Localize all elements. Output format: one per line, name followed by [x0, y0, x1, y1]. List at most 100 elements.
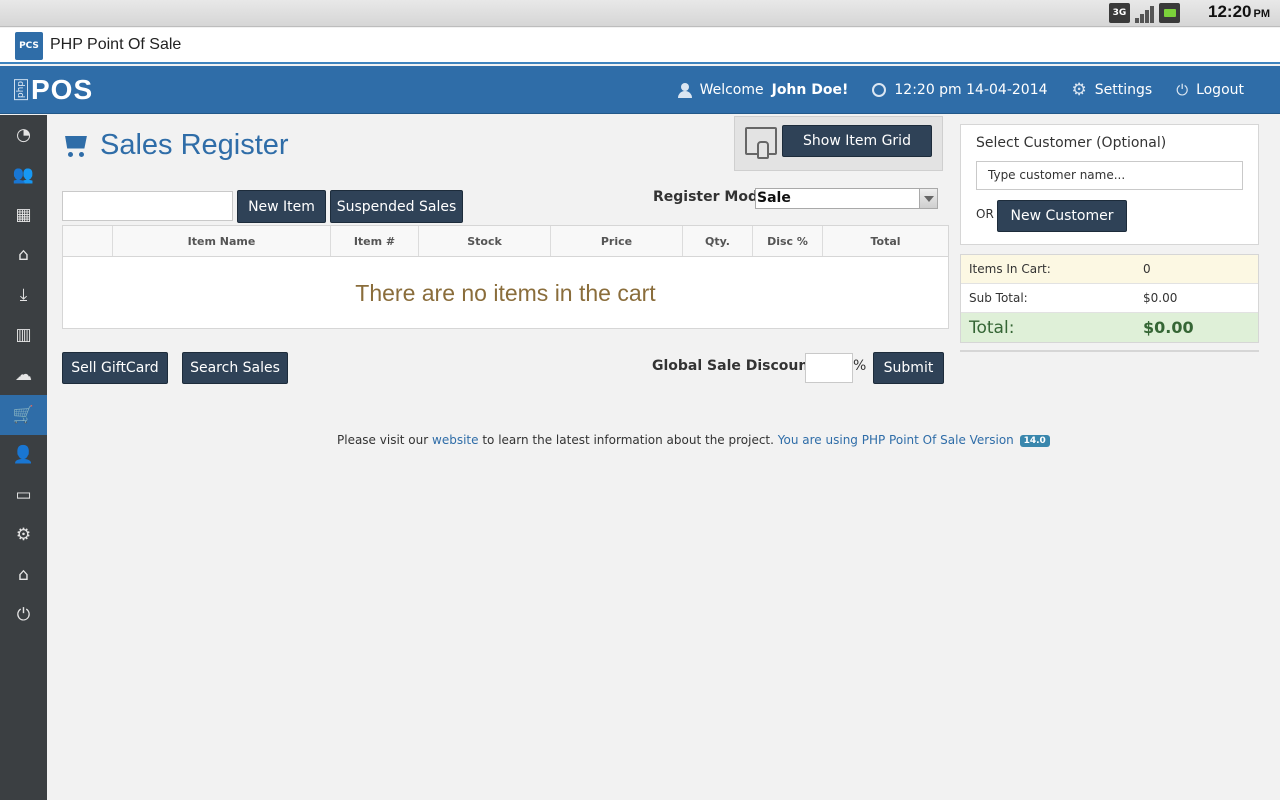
- gear-icon: ⚙: [1071, 79, 1087, 100]
- brand-pos-label: POS: [31, 74, 94, 105]
- datetime-text: 12:20 pm 14-04-2014: [894, 82, 1048, 98]
- items-icon: ▦: [15, 205, 32, 225]
- page-title-text: Sales Register: [100, 129, 289, 161]
- items-in-cart-label: Items In Cart:: [969, 262, 1051, 276]
- logout-link[interactable]: ⏻ Logout: [1176, 82, 1244, 98]
- submit-discount-button[interactable]: Submit: [873, 352, 944, 384]
- items-in-cart-value: 0: [1143, 262, 1151, 276]
- welcome-prefix: Welcome: [699, 82, 764, 98]
- customers-icon: 👥: [12, 165, 35, 185]
- sidebar-item-logout[interactable]: ⏻: [0, 595, 47, 635]
- shopping-cart-icon: [62, 133, 90, 159]
- customer-search-input[interactable]: Type customer name...: [976, 161, 1243, 190]
- footer-text-after: to learn the latest information about th…: [482, 433, 774, 447]
- website-link[interactable]: website: [432, 433, 479, 447]
- power-icon: ⏻: [1176, 80, 1189, 99]
- brand-logo[interactable]: php POS: [14, 72, 93, 108]
- version-link[interactable]: You are using PHP Point Of Sale Version: [778, 433, 1014, 447]
- welcome-user[interactable]: Welcome John Doe!: [677, 82, 849, 98]
- app-logo-icon: PCS: [15, 32, 43, 60]
- signal-strength-icon: [1134, 3, 1155, 23]
- cart-column-header: [63, 226, 113, 256]
- new-item-button[interactable]: New Item: [237, 190, 326, 223]
- app-title-bar: PCS PHP Point Of Sale: [0, 28, 1280, 64]
- items-in-cart-row: Items In Cart: 0: [961, 255, 1258, 284]
- sidebar-item-employees[interactable]: 👤: [0, 435, 47, 475]
- sales-icon: 🛒: [12, 405, 35, 425]
- giftcards-icon: ▭: [15, 485, 32, 505]
- item-kits-icon: ⌂: [18, 245, 29, 265]
- empty-cart-message: There are no items in the cart: [355, 279, 656, 306]
- sidebar-item-dashboard[interactable]: ◔: [0, 115, 47, 155]
- suppliers-icon: ☁: [15, 365, 32, 385]
- logout-label: Logout: [1196, 82, 1244, 98]
- cart-column-header: Stock: [419, 226, 551, 256]
- footer-text-before: Please visit our: [337, 433, 429, 447]
- network-3g-icon: 3G: [1109, 3, 1130, 23]
- total-label: Total:: [969, 317, 1015, 338]
- select-customer-label: Select Customer (Optional): [976, 135, 1167, 151]
- config-icon: ⚙: [15, 525, 32, 545]
- settings-label: Settings: [1094, 82, 1153, 98]
- register-mode-value: Sale: [757, 190, 791, 206]
- sidebar-item-customers[interactable]: 👥: [0, 155, 47, 195]
- employees-icon: 👤: [12, 445, 35, 465]
- chevron-down-icon: [919, 189, 937, 208]
- battery-icon: [1159, 3, 1180, 23]
- nav-right: Welcome John Doe! 12:20 pm 14-04-2014 ⚙ …: [677, 66, 1244, 114]
- clock-icon: [872, 83, 887, 97]
- global-discount-input[interactable]: [805, 353, 853, 383]
- sidebar-item-items[interactable]: ▦: [0, 195, 47, 235]
- register-mode-label: Register Mode: [653, 189, 768, 205]
- customer-panel: Select Customer (Optional) Type customer…: [960, 124, 1259, 245]
- user-icon: [677, 82, 692, 98]
- sidebar-item-reports[interactable]: ▥: [0, 315, 47, 355]
- user-name: John Doe!: [771, 82, 849, 98]
- sidebar-item-receivings[interactable]: ⤓: [0, 275, 47, 315]
- sidebar-item-item-kits[interactable]: ⌂: [0, 235, 47, 275]
- settings-link[interactable]: ⚙ Settings: [1071, 79, 1153, 100]
- sidebar-item-sales[interactable]: 🛒: [0, 395, 47, 435]
- new-customer-button[interactable]: New Customer: [997, 200, 1127, 232]
- main-content: Sales Register Show Item Grid New Item S…: [47, 115, 1280, 800]
- system-status-bar: 3G 12:20 PM: [0, 0, 1280, 27]
- cart-column-header: Item #: [331, 226, 419, 256]
- cart-column-header: Total: [870, 234, 901, 248]
- version-badge: 14.0: [1019, 434, 1050, 447]
- suspended-sales-button[interactable]: Suspended Sales: [330, 190, 463, 223]
- app-title: PHP Point Of Sale: [50, 36, 182, 53]
- status-icons: 3G: [1109, 3, 1180, 23]
- receivings-icon: ⤓: [19, 285, 28, 305]
- item-search-input[interactable]: [62, 191, 233, 221]
- sidebar-item-giftcards[interactable]: ▭: [0, 475, 47, 515]
- sidebar-item-config[interactable]: ⚙: [0, 515, 47, 555]
- totals-divider: [960, 350, 1259, 352]
- cart-column-header: Item Name: [113, 226, 331, 256]
- locations-icon: ⌂: [18, 565, 29, 585]
- cart-column-header: Price: [551, 226, 683, 256]
- sell-giftcard-button[interactable]: Sell GiftCard: [62, 352, 168, 384]
- percent-sign: %: [853, 358, 867, 374]
- cart-column-header: Qty.: [683, 226, 753, 256]
- cart-column-header: Disc %: [753, 226, 823, 256]
- logout-icon: ⏻: [16, 605, 31, 625]
- or-label: OR: [976, 207, 994, 221]
- brand-php-label: php: [14, 79, 28, 101]
- reports-icon: ▥: [15, 325, 32, 345]
- register-mode-select[interactable]: Sale: [755, 188, 938, 209]
- total-row: Total: $0.00: [961, 313, 1258, 342]
- touch-hand-icon: [745, 127, 777, 159]
- sidebar: ◔ 👥 ▦ ⌂ ⤓ ▥ ☁ 🛒 👤 ▭ ⚙ ⌂ ⏻: [0, 115, 47, 800]
- totals-panel: Items In Cart: 0 Sub Total: $0.00 Total:…: [960, 254, 1259, 343]
- sidebar-item-suppliers[interactable]: ☁: [0, 355, 47, 395]
- dashboard-icon: ◔: [16, 125, 31, 145]
- subtotal-row: Sub Total: $0.00: [961, 284, 1258, 313]
- cart-table-header: Item Name Item # Stock Price Qty. Disc % Total: [63, 226, 948, 257]
- datetime-display: 12:20 pm 14-04-2014: [872, 82, 1048, 98]
- show-item-grid-button[interactable]: Show Item Grid: [782, 125, 932, 157]
- page-title: Sales Register: [62, 129, 289, 162]
- search-sales-button[interactable]: Search Sales: [182, 352, 288, 384]
- sidebar-item-locations[interactable]: ⌂: [0, 555, 47, 595]
- top-navbar: php POS Welcome John Doe! 12:20 pm 14-04…: [0, 66, 1280, 114]
- global-discount-label: Global Sale Discount:: [652, 358, 821, 374]
